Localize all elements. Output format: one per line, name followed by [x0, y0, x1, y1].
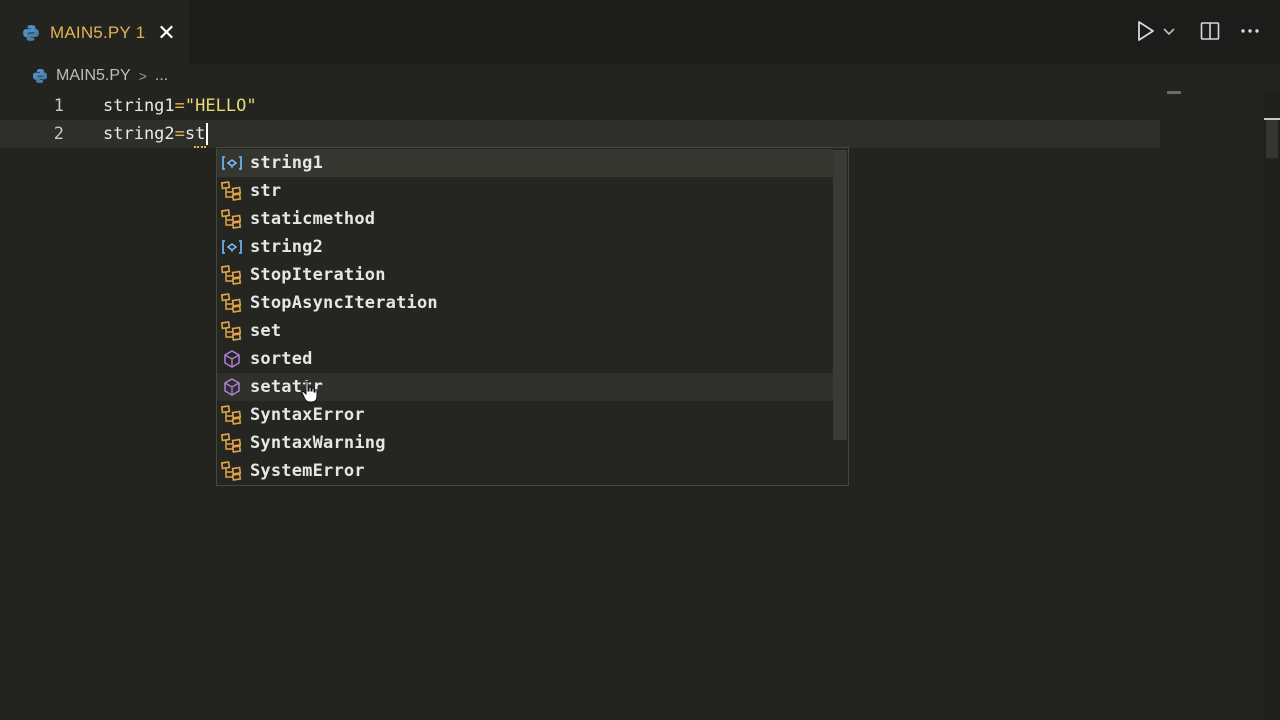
code-token: = [174, 96, 185, 116]
suggestion-label: string2 [250, 237, 324, 257]
more-actions-icon [1241, 29, 1259, 33]
suggestion-label: SyntaxWarning [250, 433, 386, 453]
class-icon [221, 293, 243, 313]
class-icon [221, 461, 243, 481]
suggestion-item[interactable]: str [217, 177, 833, 205]
suggestion-item[interactable]: StopIteration [217, 261, 833, 289]
line-code: string1="HELLO" [103, 92, 257, 120]
play-icon [1138, 21, 1154, 41]
class-icon [221, 209, 243, 229]
class-icon [221, 181, 243, 201]
code-line[interactable]: 1 string1="HELLO" [0, 92, 1160, 120]
more-actions-button[interactable] [1240, 27, 1260, 35]
suggestion-label: sorted [250, 349, 313, 369]
tab-title: MAIN5.PY 1 [50, 23, 146, 42]
python-file-icon [23, 25, 39, 41]
code-token: "HELLO" [184, 96, 257, 116]
suggestion-widget: string1 str staticmethod string2 StopIterati… [216, 147, 849, 486]
suggestion-item[interactable]: SyntaxError [217, 401, 833, 429]
line-number: 2 [53, 124, 64, 144]
suggestion-item[interactable]: SyntaxWarning [217, 429, 833, 457]
code-token: string1 [103, 96, 175, 116]
breadcrumb: MAIN5.PY > ... [32, 64, 168, 88]
suggestion-item[interactable]: set [217, 317, 833, 345]
code-line[interactable]: 2 string2=st [0, 120, 1160, 148]
text-cursor [206, 123, 209, 145]
close-icon[interactable]: ✕ [157, 22, 175, 44]
editor-scrollbar[interactable] [1264, 92, 1280, 720]
suggestion-item[interactable]: staticmethod [217, 205, 833, 233]
breadcrumb-file[interactable]: MAIN5.PY [56, 67, 131, 85]
chevron-down-icon [1163, 28, 1175, 36]
suggestion-item[interactable]: string1 [217, 149, 833, 177]
suggestion-label: SyntaxError [250, 405, 365, 425]
suggestion-item[interactable]: StopAsyncIteration [217, 289, 833, 317]
line-number: 1 [53, 96, 64, 116]
function-icon [221, 349, 243, 369]
suggestion-item[interactable]: string2 [217, 233, 833, 261]
suggestion-label: staticmethod [250, 209, 376, 229]
tab-bar: MAIN5.PY 1 ✕ [0, 0, 1280, 66]
code-token: st [184, 124, 206, 144]
minimap[interactable] [1167, 91, 1181, 94]
suggestion-label: str [250, 181, 282, 201]
python-file-icon [33, 69, 47, 83]
editor-tab-main5[interactable]: MAIN5.PY 1 ✕ [0, 0, 190, 66]
editor-scrollbar-thumb[interactable] [1266, 118, 1278, 158]
run-button[interactable] [1136, 20, 1156, 42]
run-menu-button[interactable] [1162, 26, 1176, 36]
suggestion-label: set [250, 321, 282, 341]
split-editor-button[interactable] [1200, 21, 1220, 41]
breadcrumb-symbols[interactable]: ... [155, 67, 168, 85]
variable-icon [221, 237, 243, 257]
suggestion-item[interactable]: sorted [217, 345, 833, 373]
line-code: string2=st [103, 120, 209, 148]
function-icon [221, 377, 243, 397]
scrollbar-cursor-marker [1264, 118, 1280, 120]
code-token: = [174, 124, 185, 144]
suggestion-item[interactable]: SystemError [217, 457, 833, 485]
suggestion-scrollbar[interactable] [833, 150, 847, 440]
class-icon [221, 405, 243, 425]
class-icon [221, 265, 243, 285]
code-token: string2 [103, 124, 175, 144]
suggestion-label: StopIteration [250, 265, 386, 285]
class-icon [221, 321, 243, 341]
breadcrumb-separator: > [138, 68, 147, 84]
editor-toolbar [1136, 20, 1260, 42]
suggestion-label: SystemError [250, 461, 365, 481]
split-editor-icon [1200, 22, 1220, 40]
mouse-pointer-icon [301, 380, 318, 403]
class-icon [221, 433, 243, 453]
suggestion-label: string1 [250, 153, 324, 173]
variable-icon [221, 153, 243, 173]
suggestion-label: StopAsyncIteration [250, 293, 438, 313]
